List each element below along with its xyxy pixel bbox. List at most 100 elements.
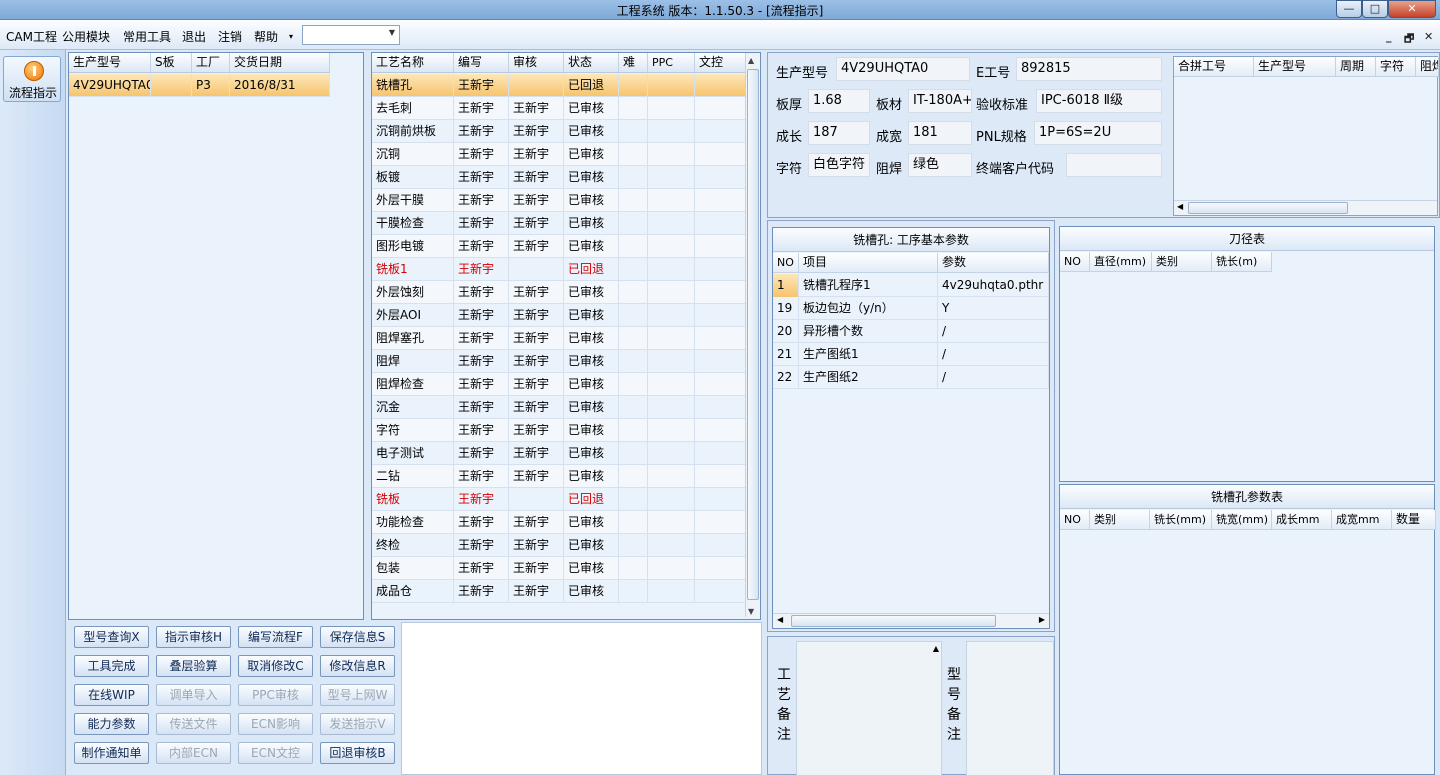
- field-solder-mask[interactable]: 绿色: [908, 153, 972, 177]
- col-slot-mill-width[interactable]: 铣宽(mm): [1212, 510, 1272, 530]
- help-dropdown-icon[interactable]: ▾: [289, 32, 293, 41]
- col-tools-diameter[interactable]: 直径(mm): [1090, 252, 1152, 272]
- action-button-0-2[interactable]: 编写流程F: [238, 626, 313, 648]
- params-row[interactable]: 21 生产图纸1/: [773, 343, 1049, 366]
- scroll-up-icon[interactable]: ▲: [933, 644, 939, 653]
- action-button-2-2[interactable]: PPC审核: [238, 684, 313, 706]
- col-params-no[interactable]: NO: [773, 253, 799, 273]
- col-tools-no[interactable]: NO: [1060, 252, 1090, 272]
- action-button-4-0[interactable]: 制作通知单: [74, 742, 149, 764]
- action-button-0-0[interactable]: 型号查询X: [74, 626, 149, 648]
- col-combined-cycle[interactable]: 周期: [1336, 57, 1376, 77]
- params-row[interactable]: 19 板边包边（y/n） Y: [773, 297, 1049, 320]
- col-slot-finish-width[interactable]: 成宽mm: [1332, 510, 1392, 530]
- mdi-close-button[interactable]: ✕: [1424, 30, 1433, 43]
- process-row[interactable]: 功能检查 王新宇 王新宇 已审核: [372, 511, 746, 534]
- menu-common-module[interactable]: 公用模块: [62, 28, 110, 45]
- col-difficulty[interactable]: 难: [619, 53, 648, 72]
- col-model[interactable]: 生产型号: [69, 53, 151, 72]
- process-row[interactable]: 板镀 王新宇 王新宇 已审核: [372, 166, 746, 189]
- process-scrollbar[interactable]: ▲ ▼: [745, 55, 760, 617]
- minimize-button[interactable]: —: [1336, 0, 1362, 18]
- splitter[interactable]: [365, 52, 370, 620]
- params-row[interactable]: 1 铣槽孔程序1 4v29uhqta0.pthr: [773, 274, 1049, 297]
- action-button-3-3[interactable]: 发送指示V: [320, 713, 395, 735]
- col-tools-mill-length[interactable]: 铣长(m): [1212, 252, 1272, 272]
- mdi-restore-button[interactable]: 🗗: [1404, 30, 1414, 49]
- close-button[interactable]: ✕: [1388, 0, 1436, 18]
- menu-exit[interactable]: 退出: [182, 28, 206, 45]
- process-row[interactable]: 图形电镀 王新宇 王新宇 已审核: [372, 235, 746, 258]
- process-row[interactable]: 铣板1 王新宇 已回退: [372, 258, 746, 281]
- field-length[interactable]: 187: [808, 121, 870, 145]
- process-row[interactable]: 阻焊 王新宇 王新宇 已审核: [372, 350, 746, 373]
- menu-help[interactable]: 帮助: [254, 28, 278, 45]
- action-button-3-2[interactable]: ECN影响: [238, 713, 313, 735]
- action-button-1-3[interactable]: 修改信息R: [320, 655, 395, 677]
- col-factory[interactable]: 工厂: [192, 53, 230, 72]
- process-row[interactable]: 字符 王新宇 王新宇 已审核: [372, 419, 746, 442]
- col-slot-finish-length[interactable]: 成长mm: [1272, 510, 1332, 530]
- process-row[interactable]: 沉铜前烘板 王新宇 王新宇 已审核: [372, 120, 746, 143]
- process-row[interactable]: 阻焊塞孔 王新宇 王新宇 已审核: [372, 327, 746, 350]
- combined-hscrollbar[interactable]: ◀: [1174, 200, 1437, 215]
- process-row[interactable]: 铣槽孔 王新宇 已回退: [372, 74, 746, 97]
- menu-common-tools[interactable]: 常用工具: [123, 28, 171, 45]
- action-button-2-0[interactable]: 在线WIP: [74, 684, 149, 706]
- process-row[interactable]: 铣板 王新宇 已回退: [372, 488, 746, 511]
- col-delivery-date[interactable]: 交货日期: [230, 53, 330, 72]
- table-row[interactable]: 4V29UHQTA0 P3 2016/8/31: [69, 74, 330, 97]
- action-button-2-3[interactable]: 型号上网W: [320, 684, 395, 706]
- scroll-up-icon[interactable]: ▲: [748, 56, 754, 65]
- field-character[interactable]: 白色字符: [808, 153, 870, 177]
- action-button-1-1[interactable]: 叠层验算: [156, 655, 231, 677]
- col-sboard[interactable]: S板: [151, 53, 192, 72]
- field-thickness[interactable]: 1.68: [808, 89, 870, 113]
- flow-indicator-button[interactable]: 流程指示: [3, 56, 61, 102]
- scroll-down-icon[interactable]: ▼: [748, 607, 754, 616]
- scroll-right-icon[interactable]: ▶: [1039, 615, 1045, 624]
- action-button-1-0[interactable]: 工具完成: [74, 655, 149, 677]
- params-hscroll-thumb[interactable]: [791, 615, 996, 627]
- field-material[interactable]: IT-180A+: [908, 89, 972, 113]
- action-button-0-1[interactable]: 指示审核H: [156, 626, 231, 648]
- field-standard[interactable]: IPC-6018 Ⅱ级: [1036, 89, 1162, 113]
- process-row[interactable]: 电子测试 王新宇 王新宇 已审核: [372, 442, 746, 465]
- scroll-left-icon[interactable]: ◀: [777, 615, 783, 624]
- field-eno[interactable]: 892815: [1016, 57, 1162, 81]
- params-row[interactable]: 20 异形槽个数 /: [773, 320, 1049, 343]
- action-button-1-2[interactable]: 取消修改C: [238, 655, 313, 677]
- process-row[interactable]: 成品仓 王新宇 王新宇 已审核: [372, 580, 746, 603]
- combined-hscroll-thumb[interactable]: [1188, 202, 1348, 214]
- process-row[interactable]: 沉金 王新宇 王新宇 已审核: [372, 396, 746, 419]
- col-combined-model[interactable]: 生产型号: [1254, 57, 1336, 77]
- field-pnl[interactable]: 1P=6S=2U: [1034, 121, 1162, 145]
- action-button-0-3[interactable]: 保存信息S: [320, 626, 395, 648]
- scroll-left-icon[interactable]: ◀: [1177, 202, 1183, 211]
- col-combined-mask[interactable]: 阻焊: [1416, 57, 1439, 77]
- menu-combo-box[interactable]: ▼: [302, 25, 400, 45]
- action-button-4-3[interactable]: 回退审核B: [320, 742, 395, 764]
- model-notes-textarea[interactable]: [966, 641, 1054, 775]
- action-button-4-2[interactable]: ECN文控: [238, 742, 313, 764]
- col-params-value[interactable]: 参数: [938, 253, 1049, 273]
- params-hscrollbar[interactable]: ◀ ▶: [773, 613, 1049, 628]
- col-ppc[interactable]: PPC: [648, 53, 695, 72]
- process-notes-textarea[interactable]: ▲: [796, 641, 942, 775]
- process-row[interactable]: 干膜检查 王新宇 王新宇 已审核: [372, 212, 746, 235]
- menu-cam[interactable]: CAM工程: [6, 28, 57, 45]
- col-process-name[interactable]: 工艺名称: [372, 53, 454, 72]
- action-button-3-0[interactable]: 能力参数: [74, 713, 149, 735]
- col-combined-character[interactable]: 字符: [1376, 57, 1416, 77]
- col-status[interactable]: 状态: [564, 53, 619, 72]
- scroll-thumb[interactable]: [747, 69, 759, 600]
- col-params-item[interactable]: 项目: [799, 253, 938, 273]
- menu-logout[interactable]: 注销: [218, 28, 242, 45]
- col-combined-no[interactable]: 合拼工号: [1174, 57, 1254, 77]
- process-row[interactable]: 外层蚀刻 王新宇 王新宇 已审核: [372, 281, 746, 304]
- col-doc-control[interactable]: 文控: [695, 53, 746, 72]
- field-model[interactable]: 4V29UHQTA0: [836, 57, 970, 81]
- process-row[interactable]: 沉铜 王新宇 王新宇 已审核: [372, 143, 746, 166]
- process-row[interactable]: 去毛刺 王新宇 王新宇 已审核: [372, 97, 746, 120]
- col-slot-type[interactable]: 类别: [1090, 510, 1150, 530]
